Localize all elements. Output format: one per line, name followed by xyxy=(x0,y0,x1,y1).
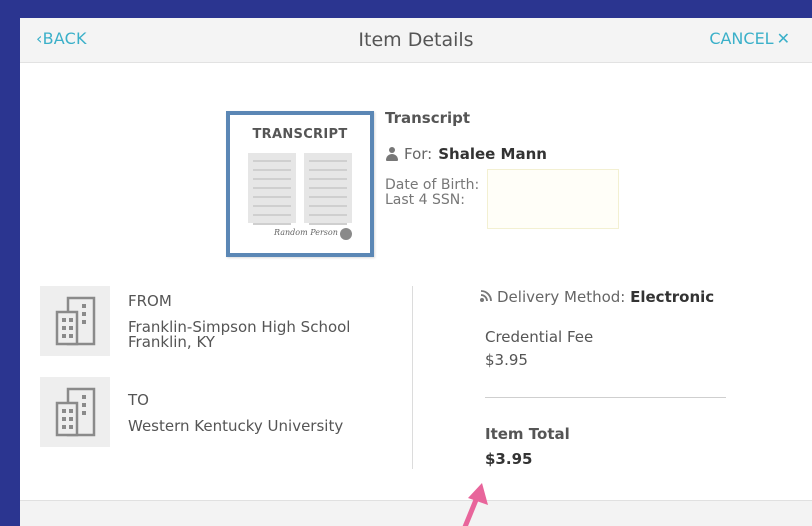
credential-fee-value: $3.95 xyxy=(485,351,528,369)
close-icon: ✕ xyxy=(776,29,790,48)
from-city: Franklin, KY xyxy=(128,333,215,351)
credential-fee-label: Credential Fee xyxy=(485,328,594,346)
signature: Random Person xyxy=(274,228,338,237)
item-details-panel: ‹BACK Item Details CANCEL ✕ TRANSCRIPT Ra… xyxy=(20,18,812,526)
identifier-values-box xyxy=(487,169,619,229)
thumbnail-page-left xyxy=(248,153,296,225)
from-label: FROM xyxy=(128,292,172,310)
for-label: For: xyxy=(404,145,433,163)
annotation-arrow-icon xyxy=(462,483,488,526)
person-icon xyxy=(385,147,399,161)
from-building-icon xyxy=(40,286,110,356)
header-bar: ‹BACK Item Details CANCEL ✕ xyxy=(20,18,812,63)
fee-divider xyxy=(485,397,726,398)
dob-label: Date of Birth: xyxy=(385,177,480,193)
cancel-button[interactable]: CANCEL ✕ xyxy=(709,29,790,48)
ssn-label: Last 4 SSN: xyxy=(385,192,465,208)
column-divider xyxy=(412,286,413,469)
item-total-value: $3.95 xyxy=(485,450,533,468)
item-total-label: Item Total xyxy=(485,425,570,443)
delivery-value: Electronic xyxy=(630,288,715,306)
seal-icon xyxy=(340,228,352,240)
recipient-row: For: Shalee Mann xyxy=(385,145,547,163)
recipient-name: Shalee Mann xyxy=(438,145,547,163)
to-building-icon xyxy=(40,377,110,447)
cancel-label: CANCEL xyxy=(709,29,774,48)
electronic-delivery-icon xyxy=(480,290,492,302)
student-identifiers: Date of Birth: Last 4 SSN: xyxy=(385,178,479,208)
page-title: Item Details xyxy=(358,29,474,51)
transcript-thumbnail: TRANSCRIPT Random Person xyxy=(226,111,374,257)
document-name: Transcript xyxy=(385,109,471,127)
footer-bar xyxy=(20,500,812,526)
from-location: Franklin-Simpson High School Franklin, K… xyxy=(128,320,350,350)
thumbnail-title: TRANSCRIPT xyxy=(252,127,348,142)
to-institution: Western Kentucky University xyxy=(128,417,344,435)
delivery-method: Delivery Method: Electronic xyxy=(479,288,714,306)
thumbnail-page-right xyxy=(304,153,352,225)
to-label: TO xyxy=(128,391,149,409)
delivery-label: Delivery Method: xyxy=(497,288,626,306)
